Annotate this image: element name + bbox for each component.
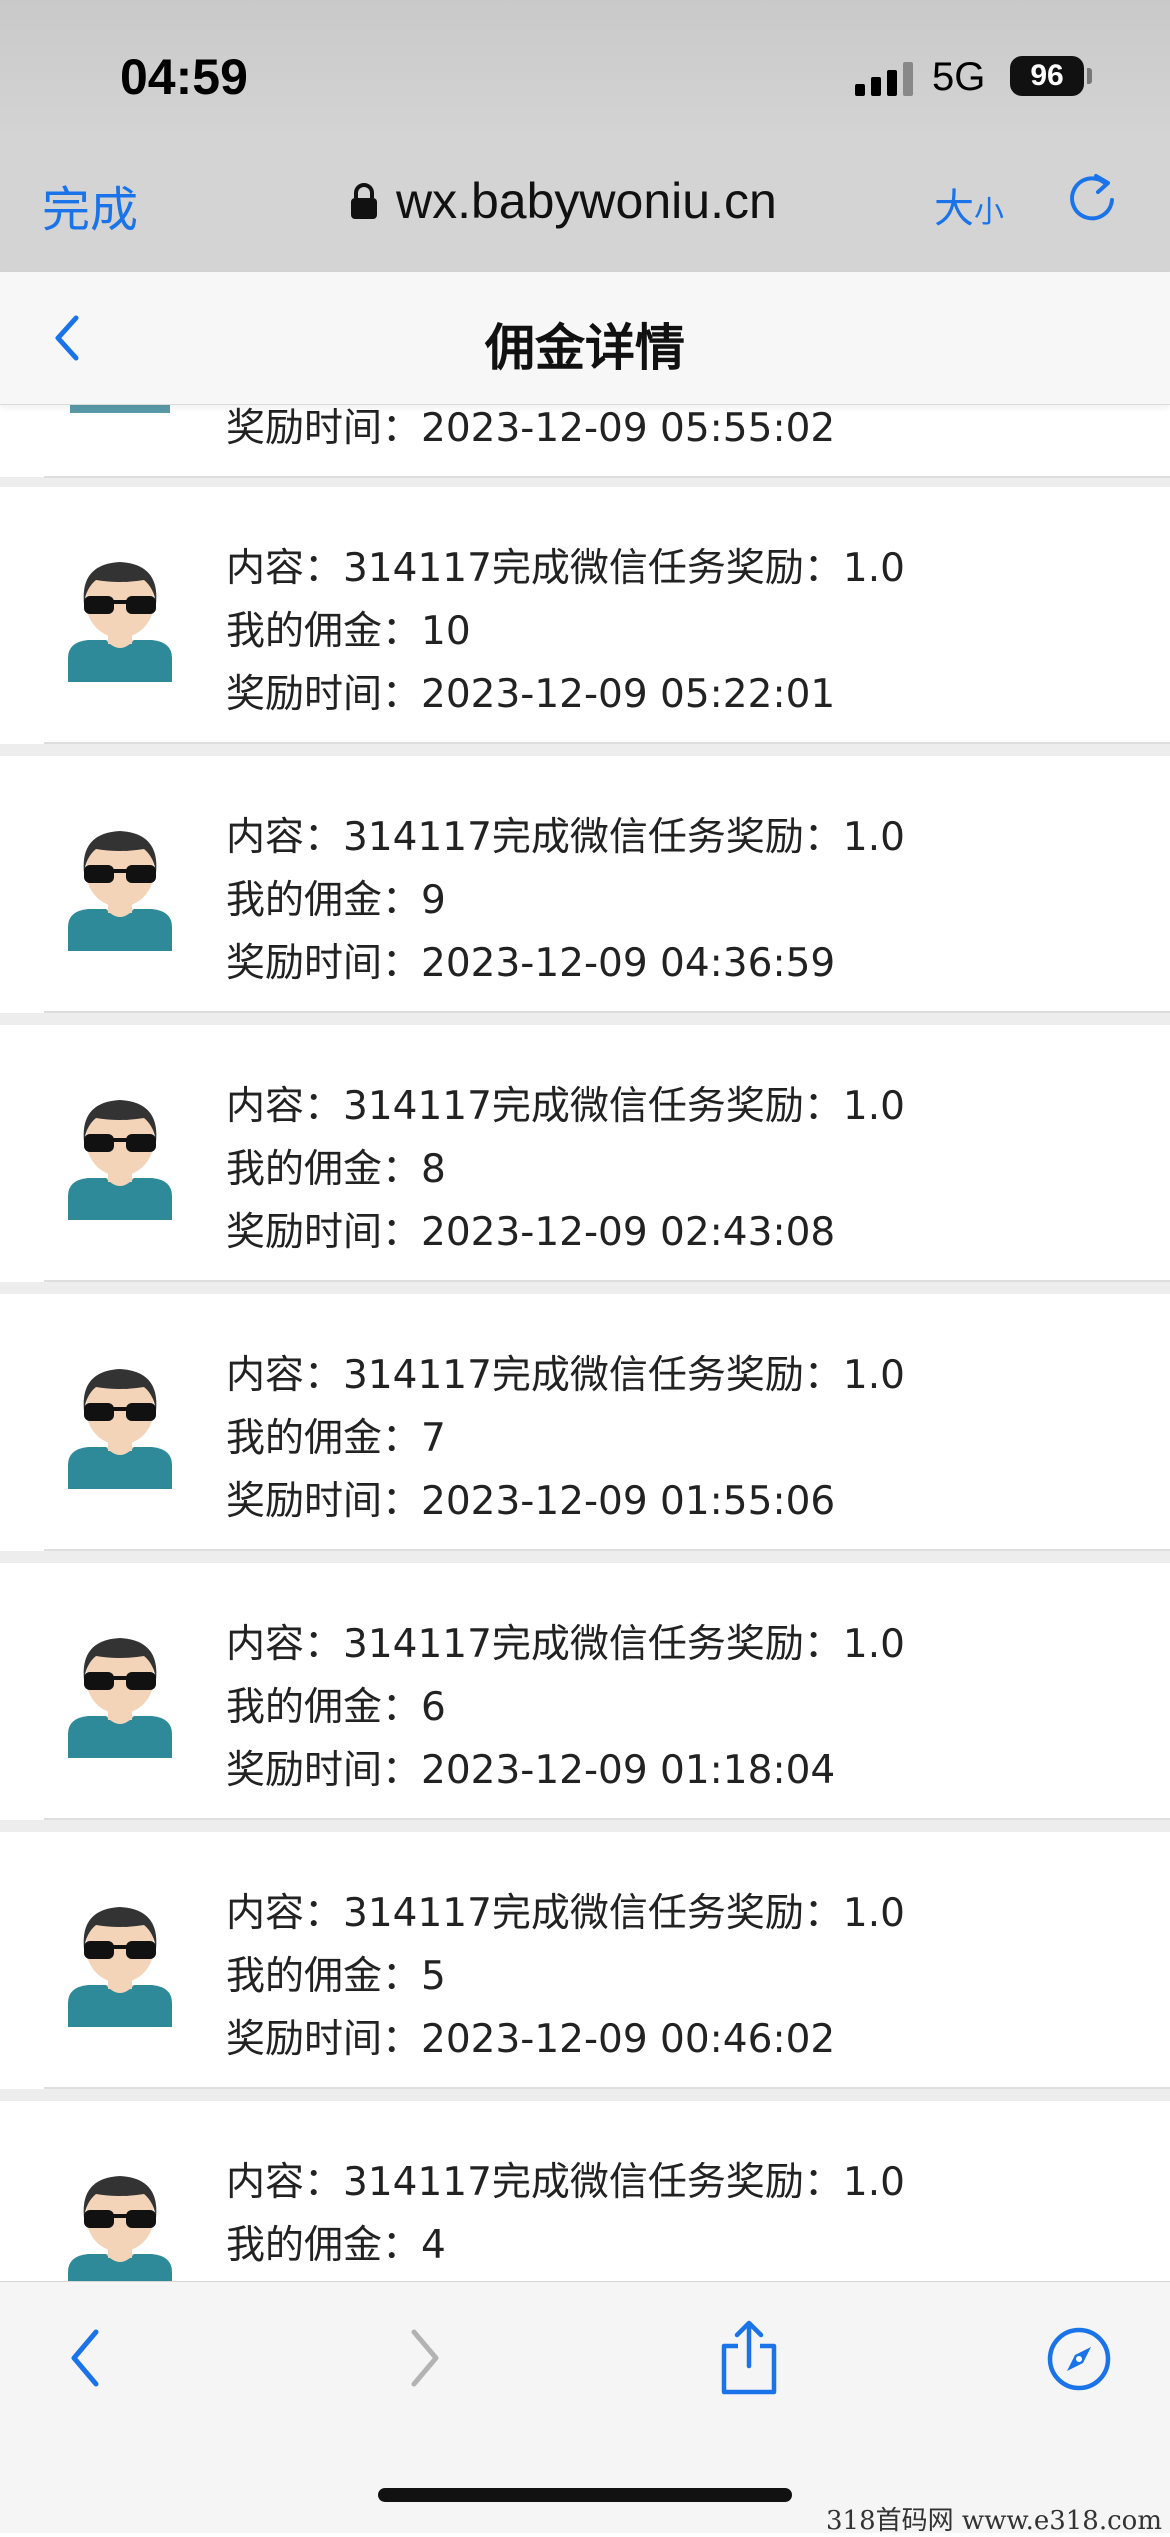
app-nav-bar: 佣金详情: [0, 272, 1170, 405]
divider: [44, 476, 1170, 478]
page-title: 佣金详情: [485, 319, 685, 377]
avatar-sunglasses-icon: [68, 1100, 172, 1220]
divider: [44, 1549, 1170, 1551]
list-item-partial[interactable]: 奖励时间：2023-12-09 05:55:02: [0, 405, 1170, 478]
network-label: 5G: [932, 55, 986, 99]
divider: [44, 1280, 1170, 1282]
avatar-sunglasses-icon: [68, 1907, 172, 2027]
list-item[interactable]: 内容：314117完成微信任务奖励：1.0 我的佣金：7 奖励时间：2023-1…: [0, 1294, 1170, 1551]
list-item[interactable]: 内容：314117完成微信任务奖励：1.0 我的佣金：4: [0, 2101, 1170, 2281]
battery-tip: [1087, 68, 1092, 84]
my-commission: 我的佣金：5: [226, 1954, 446, 1999]
browser-toolbar: 318首码网 www.e318.com: [0, 2281, 1170, 2536]
reward-time: 奖励时间：2023-12-09 01:55:06: [226, 1479, 836, 1524]
avatar-sunglasses-icon: [68, 1369, 172, 1489]
task-content: 内容：314117完成微信任务奖励：1.0: [226, 1084, 905, 1129]
list-item[interactable]: 内容：314117完成微信任务奖励：1.0 我的佣金：6 奖励时间：2023-1…: [0, 1563, 1170, 1820]
text-size-big: 大: [934, 186, 974, 232]
my-commission: 我的佣金：10: [226, 609, 471, 654]
task-content: 内容：314117完成微信任务奖励：1.0: [226, 1353, 905, 1398]
list-item[interactable]: 内容：314117完成微信任务奖励：1.0 我的佣金：9 奖励时间：2023-1…: [0, 756, 1170, 1013]
share-icon[interactable]: [718, 2320, 780, 2396]
task-content: 内容：314117完成微信任务奖励：1.0: [226, 1891, 905, 1936]
task-content: 内容：314117完成微信任务奖励：1.0: [226, 2160, 905, 2205]
list-item[interactable]: 内容：314117完成微信任务奖励：1.0 我的佣金：5 奖励时间：2023-1…: [0, 1832, 1170, 2089]
divider: [44, 1011, 1170, 1013]
reward-time: 奖励时间：2023-12-09 04:36:59: [226, 941, 836, 986]
watermark: 318首码网 www.e318.com: [826, 2506, 1162, 2536]
battery-icon: 96: [1010, 56, 1084, 96]
status-bar: 04:59 5G 96: [0, 0, 1170, 140]
reward-time: 奖励时间：2023-12-09 01:18:04: [226, 1748, 836, 1793]
my-commission: 我的佣金：8: [226, 1147, 446, 1192]
avatar-partial: [70, 405, 170, 413]
reward-time: 奖励时间：2023-12-09 05:55:02: [226, 406, 836, 451]
task-content: 内容：314117完成微信任务奖励：1.0: [226, 546, 905, 591]
reward-time: 奖励时间：2023-12-09 05:22:01: [226, 672, 836, 717]
avatar-sunglasses-icon: [68, 2176, 172, 2281]
signal-icon: [855, 62, 917, 96]
list-item[interactable]: 内容：314117完成微信任务奖励：1.0 我的佣金：8 奖励时间：2023-1…: [0, 1025, 1170, 1282]
browser-address-bar: 完成 wx.babywoniu.cn 大小: [0, 140, 1170, 272]
task-content: 内容：314117完成微信任务奖励：1.0: [226, 1622, 905, 1667]
text-size-small: 小: [974, 195, 1004, 230]
divider: [44, 2087, 1170, 2089]
compass-icon[interactable]: [1046, 2326, 1112, 2392]
lock-icon: [351, 183, 377, 219]
text-size-button[interactable]: 大小: [934, 176, 1004, 234]
avatar-sunglasses-icon: [68, 562, 172, 682]
url-text: wx.babywoniu.cn: [396, 173, 777, 229]
reward-time: 奖励时间：2023-12-09 00:46:02: [226, 2017, 836, 2062]
back-icon[interactable]: [64, 2326, 108, 2390]
divider: [44, 1818, 1170, 1820]
commission-list[interactable]: 奖励时间：2023-12-09 05:55:02 内容：314117完成微信任务…: [0, 405, 1170, 2281]
status-time: 04:59: [120, 49, 248, 105]
my-commission: 我的佣金：9: [226, 878, 446, 923]
avatar-sunglasses-icon: [68, 1638, 172, 1758]
my-commission: 我的佣金：7: [226, 1416, 446, 1461]
reward-time: 奖励时间：2023-12-09 02:43:08: [226, 1210, 836, 1255]
home-indicator: [378, 2488, 792, 2502]
url-display[interactable]: wx.babywoniu.cn: [350, 172, 777, 230]
my-commission: 我的佣金：6: [226, 1685, 446, 1730]
divider: [44, 742, 1170, 744]
forward-icon[interactable]: [402, 2326, 446, 2390]
done-button[interactable]: 完成: [42, 170, 138, 240]
avatar-sunglasses-icon: [68, 831, 172, 951]
my-commission: 我的佣金：4: [226, 2223, 446, 2268]
task-content: 内容：314117完成微信任务奖励：1.0: [226, 815, 905, 860]
list-item[interactable]: 内容：314117完成微信任务奖励：1.0 我的佣金：10 奖励时间：2023-…: [0, 487, 1170, 744]
reload-icon[interactable]: [1062, 168, 1122, 228]
